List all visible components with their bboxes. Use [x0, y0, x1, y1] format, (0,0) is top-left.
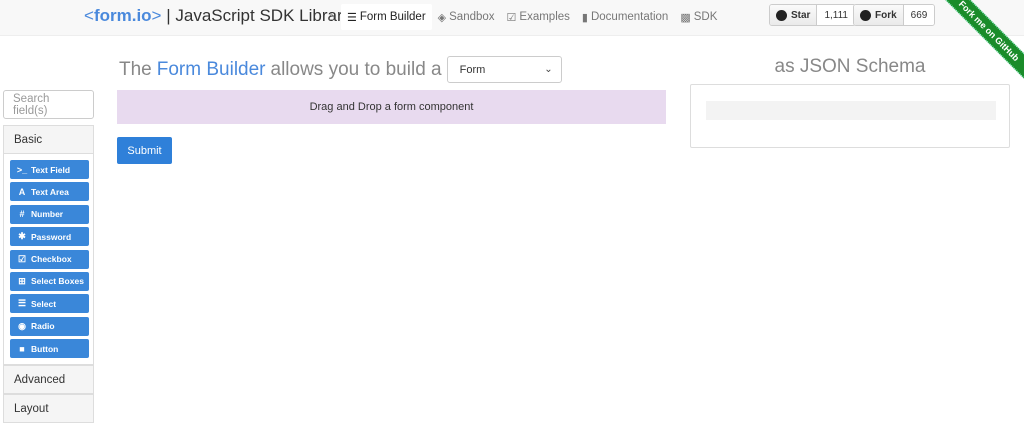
github-star-button[interactable]: Star 1,111 [769, 4, 856, 26]
nav-sdk[interactable]: ▩ SDK [674, 4, 723, 30]
nav-label: Form Builder [359, 11, 426, 23]
component-sidebar: Search field(s) Basic >_ Text Field A Text… [3, 90, 94, 424]
component-number[interactable]: # Number [10, 204, 89, 224]
nav-sandbox[interactable]: ◈ Sandbox [432, 4, 501, 30]
component-label: Button [31, 343, 59, 354]
brand-logo: form.io [93, 6, 152, 25]
home-icon[interactable]: ⌂ [322, 11, 341, 23]
github-icon [776, 9, 787, 21]
star-label: Star [791, 9, 811, 21]
component-button[interactable]: ■ Button [10, 339, 89, 359]
json-schema-panel[interactable] [690, 84, 1010, 148]
cube-icon: ◈ [437, 11, 447, 24]
dot-circle-icon: ◉ [18, 320, 26, 331]
component-select-boxes[interactable]: ⊞ Select Boxes [10, 271, 89, 291]
check-square-icon: ☑ [506, 11, 517, 24]
star-count[interactable]: 1,111 [817, 5, 855, 25]
font-icon: A [18, 186, 26, 197]
list-icon: ☰ [346, 11, 357, 24]
asterisk-icon: ✱ [18, 231, 26, 242]
component-text-field[interactable]: >_ Text Field [10, 160, 89, 179]
brand[interactable]: <form.io> | JavaScript SDK Library [84, 5, 351, 27]
component-label: Number [31, 209, 64, 220]
group-layout[interactable]: Layout [3, 394, 94, 424]
fork-label-wrap[interactable]: Fork [854, 5, 904, 25]
star-label-wrap[interactable]: Star [770, 5, 818, 25]
brand-separator: | [166, 6, 171, 25]
component-label: Radio [31, 321, 55, 332]
nav-label: Documentation [590, 11, 669, 23]
component-checkbox[interactable]: ☑ Checkbox [10, 249, 89, 269]
form-type-value: Form [459, 63, 486, 76]
headline-suffix: allows you to build a [270, 58, 442, 80]
github-icon [860, 9, 871, 21]
headline-highlight: Form Builder [156, 58, 266, 80]
component-label: Text Field [31, 164, 71, 175]
check-square-icon: ☑ [17, 253, 27, 264]
component-radio[interactable]: ◉ Radio [10, 316, 89, 336]
form-type-select[interactable]: Form ⌄ [446, 56, 562, 83]
group-advanced[interactable]: Advanced [3, 365, 94, 395]
form-dropzone[interactable]: Drag and Drop a form component [117, 90, 666, 124]
stop-icon: ■ [19, 343, 25, 354]
component-label: Text Area [31, 186, 69, 197]
json-schema-content [706, 101, 996, 120]
book-icon: ▮ [581, 11, 588, 24]
terminal-icon: >_ [16, 164, 28, 175]
component-label: Select Boxes [31, 276, 84, 287]
nav-examples[interactable]: ☑ Examples [501, 4, 576, 30]
component-label: Select [31, 298, 57, 309]
group-basic[interactable]: Basic [3, 125, 94, 154]
fork-label: Fork [875, 9, 897, 21]
brand-lt: < [84, 6, 94, 25]
top-navbar: <form.io> | JavaScript SDK Library ⌂ ☰ F… [0, 0, 1024, 36]
headline-prefix: The [119, 58, 152, 80]
component-label: Checkbox [31, 254, 72, 265]
list-icon: ☰ [17, 298, 27, 309]
github-fork-button[interactable]: Fork 669 [853, 4, 936, 26]
nav-form-builder[interactable]: ☰ Form Builder [340, 4, 432, 30]
basic-components: >_ Text Field A Text Area # Number ✱ Passwor… [3, 154, 94, 366]
component-select[interactable]: ☰ Select [10, 294, 89, 314]
brand-gt: > [151, 6, 162, 25]
terminal-icon: ▩ [680, 11, 691, 24]
component-text-area[interactable]: A Text Area [10, 182, 89, 202]
main-nav: ⌂ ☰ Form Builder ◈ Sandbox ☑ Examples ▮ … [322, 4, 723, 30]
chevron-down-icon: ⌄ [544, 64, 553, 75]
search-field-input[interactable]: Search field(s) [3, 90, 94, 119]
submit-button[interactable]: Submit [117, 137, 172, 164]
page-headline: The Form Builder allows you to build a F… [119, 56, 562, 83]
json-schema-title: as JSON Schema [774, 56, 926, 77]
component-label: Password [31, 231, 72, 242]
hashtag-icon: # [19, 209, 25, 220]
nav-label: SDK [693, 11, 718, 23]
nav-label: Examples [519, 11, 570, 23]
plus-square-icon: ⊞ [18, 275, 26, 286]
github-ribbon-container: Fork me on GitHub [928, 0, 1024, 96]
nav-documentation[interactable]: ▮ Documentation [576, 4, 674, 30]
component-password[interactable]: ✱ Password [10, 227, 89, 247]
nav-label: Sandbox [449, 11, 495, 23]
